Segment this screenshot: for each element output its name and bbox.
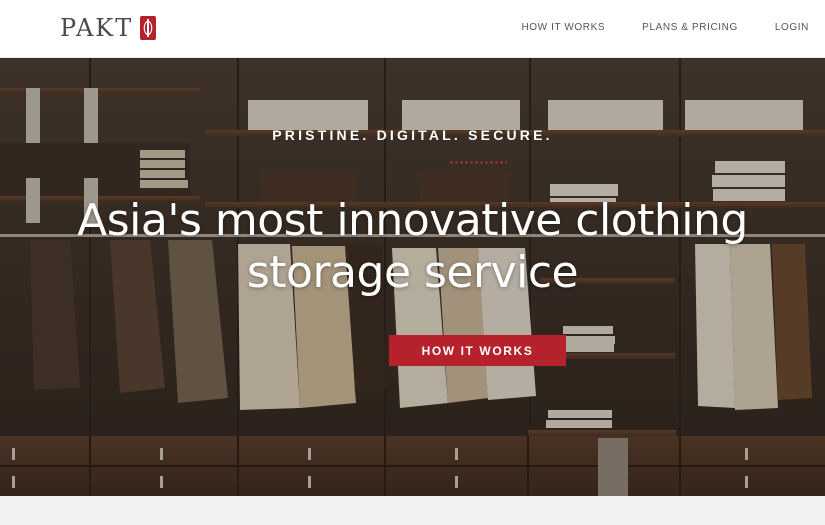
headline-line-2: storage service <box>246 247 579 298</box>
logo-wordmark: PAKT <box>60 14 134 42</box>
nav-plans-pricing[interactable]: PLANS & PRICING <box>642 22 738 33</box>
hero-section: PRISTINE. DIGITAL. SECURE. Asia's most i… <box>0 58 825 496</box>
hero-tagline: PRISTINE. DIGITAL. SECURE. <box>272 127 553 143</box>
dotted-divider <box>449 161 507 164</box>
logo-emblem-icon <box>140 16 157 40</box>
nav-how-it-works[interactable]: HOW IT WORKS <box>521 22 605 33</box>
site-header: PAKT HOW IT WORKS PLANS & PRICING LOGIN <box>0 0 825 58</box>
headline-line-1: Asia's most innovative clothing <box>77 195 748 246</box>
hero-headline: Asia's most innovative clothing storage … <box>0 195 825 299</box>
main-nav: HOW IT WORKS PLANS & PRICING LOGIN <box>484 22 809 33</box>
how-it-works-button[interactable]: HOW IT WORKS <box>389 335 566 366</box>
below-fold-area <box>0 496 825 525</box>
nav-login[interactable]: LOGIN <box>775 22 809 33</box>
pakt-logo[interactable]: PAKT <box>60 14 157 42</box>
